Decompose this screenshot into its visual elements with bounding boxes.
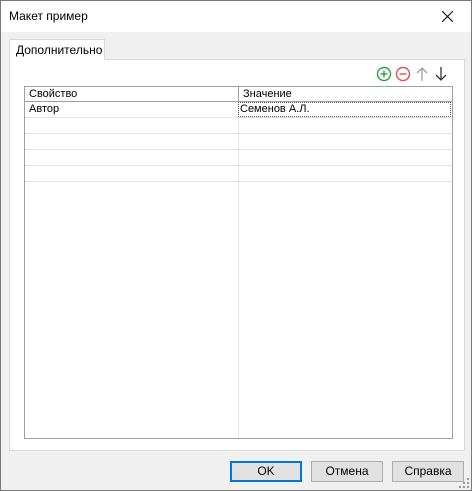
table-row[interactable] [25,150,452,166]
table-row[interactable]: Автор Семенов А.Л. [25,102,452,118]
table-row[interactable] [25,134,452,150]
minus-circle-icon[interactable] [395,66,411,82]
plus-circle-icon[interactable] [376,66,392,82]
tab-label: Дополнительно [16,43,103,57]
grid-header: Свойство Значение [25,87,452,102]
value-cell[interactable]: Семенов А.Л. [238,102,451,117]
help-button[interactable]: Справка [392,461,464,482]
table-row[interactable] [25,118,452,134]
window-title: Макет пример [9,9,88,23]
ok-button[interactable]: OK [230,461,302,482]
tab-dopolnitelno[interactable]: Дополнительно [9,39,105,60]
arrow-up-icon[interactable] [414,66,430,82]
resize-grip-icon[interactable] [459,478,469,488]
property-cell[interactable]: Автор [29,102,59,117]
arrow-down-icon[interactable] [433,66,449,82]
title-bar[interactable]: Макет пример [1,1,471,32]
column-header-property[interactable]: Свойство [25,87,239,101]
column-header-value[interactable]: Значение [239,87,452,101]
close-icon [442,11,453,22]
close-button[interactable] [425,1,471,32]
tab-panel: Свойство Значение Автор Семенов А.Л. [9,59,465,451]
cancel-button[interactable]: Отмена [311,461,383,482]
dialog-window: Макет пример Дополнительно Свойство Знач… [0,0,472,491]
properties-grid[interactable]: Свойство Значение Автор Семенов А.Л. [24,86,453,439]
table-row[interactable] [25,166,452,182]
